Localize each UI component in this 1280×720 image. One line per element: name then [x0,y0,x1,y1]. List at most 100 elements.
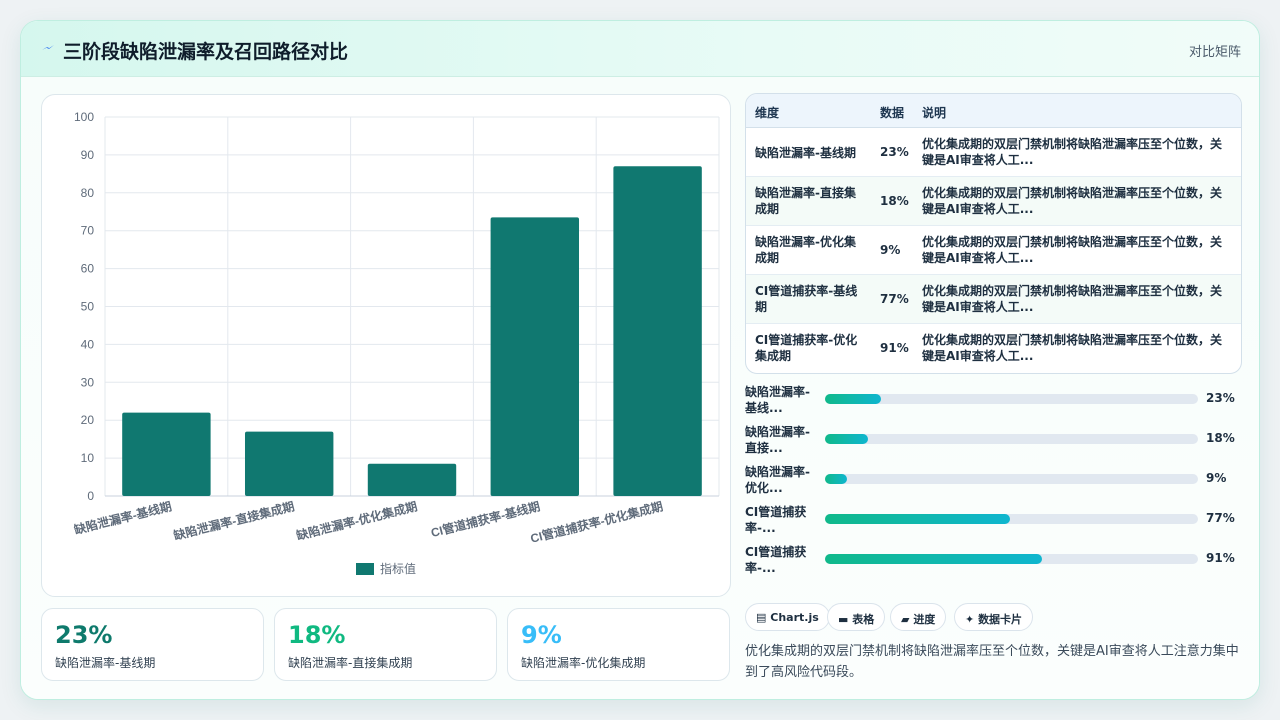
cell-description: 优化集成期的双层门禁机制将缺陷泄漏率压至个位数，关键是AI审查将人工... [922,235,1223,265]
header-bar: 三阶段缺陷泄漏率及召回路径对比 对比矩阵 [21,21,1259,77]
progress-icon: ▰ [901,613,910,626]
cell-value: 91% [880,341,909,355]
progress-label: CI管道捕获率-... [745,545,807,575]
chip-label: 进度 [913,613,936,626]
progress-fill [825,554,1043,564]
bolt-icon [42,45,54,50]
cell-description: 优化集成期的双层门禁机制将缺陷泄漏率压至个位数，关键是AI审查将人工... [922,284,1223,314]
progress-row: 缺陷泄漏率-基线... 23% [745,384,1243,420]
bar-chart-card: 0 10 20 30 40 50 60 70 80 90 100 缺陷泄漏率-基线期 缺陷泄漏率-直接集… [41,94,731,597]
progress-value: 23% [1206,391,1235,405]
progress-fill [825,434,868,444]
column-header: 维度 [755,106,780,120]
progress-fill [825,394,881,404]
progress-label: CI管道捕获率-... [745,505,807,535]
progress-label: 缺陷泄漏率-优化... [745,465,810,495]
cell-value: 9% [880,243,901,257]
y-tick-label: 90 [81,148,95,162]
cell-description: 优化集成期的双层门禁机制将缺陷泄漏率压至个位数，关键是AI审查将人工... [922,186,1223,216]
progress-value: 77% [1206,511,1235,525]
progress-row: 缺陷泄漏率-优化... 9% [745,464,1243,500]
table-icon: ▬ [838,613,849,626]
bar-chart: 0 10 20 30 40 50 60 70 80 90 100 缺陷泄漏率-基线期 缺陷泄漏率-直接集… [72,110,720,576]
column-header: 数据 [880,106,905,120]
x-tick-label: CI管道捕获率-基线期 [429,498,541,540]
view-tag[interactable]: 对比矩阵 [1189,41,1241,60]
table-row: 缺陷泄漏率-基线期 23% 优化集成期的双层门禁机制将缺陷泄漏率压至个位数，关键… [746,128,1241,177]
data-table: 维度 数据 说明 缺陷泄漏率-基线期 23% 优化集成期的双层门禁机制将缺陷泄漏… [745,93,1242,374]
cell-description: 优化集成期的双层门禁机制将缺陷泄漏率压至个位数，关键是AI审查将人工... [922,333,1223,363]
stat-card: 23% 缺陷泄漏率-基线期 [41,608,264,681]
chip-data-card[interactable]: ✦ 数据卡片 [954,603,1034,631]
cell-dimension: 缺陷泄漏率-优化集成期 [755,235,856,265]
chip-progress[interactable]: ▰ 进度 [890,603,947,631]
progress-track [825,474,1198,484]
stat-value: 9% [521,621,562,649]
progress-fill [825,514,1010,524]
progress-label: 缺陷泄漏率-基线... [745,385,810,415]
progress-label: 缺陷泄漏率-直接... [745,425,810,455]
bar [490,217,580,496]
table-row: 缺陷泄漏率-直接集成期 18% 优化集成期的双层门禁机制将缺陷泄漏率压至个位数，… [746,177,1241,226]
progress-value: 91% [1206,551,1235,565]
legend-label: 指标值 [380,561,416,576]
progress-track [825,554,1198,564]
page-title: 三阶段缺陷泄漏率及召回路径对比 [63,41,349,63]
y-tick-label: 50 [81,300,95,314]
progress-track [825,394,1198,404]
progress-track [825,514,1198,524]
chip-table[interactable]: ▬ 表格 [827,603,886,631]
bar [244,431,334,496]
progress-value: 18% [1206,431,1235,445]
bar [367,463,457,496]
summary-note: 优化集成期的双层门禁机制将缺陷泄漏率压至个位数，关键是AI审查将人工注意力集中到… [745,644,1239,680]
table-header: 维度 数据 说明 [746,94,1241,128]
table-row: CI管道捕获率-基线期 77% 优化集成期的双层门禁机制将缺陷泄漏率压至个位数，… [746,275,1241,324]
x-tick-label: CI管道捕获率-优化集成期 [529,498,665,545]
y-tick-label: 20 [81,413,95,427]
y-tick-label: 80 [81,186,95,200]
progress-row: CI管道捕获率-... 77% [745,504,1243,540]
chip-label: 数据卡片 [978,613,1023,626]
cell-description: 优化集成期的双层门禁机制将缺陷泄漏率压至个位数，关键是AI审查将人工... [922,137,1223,167]
stat-card: 18% 缺陷泄漏率-直接集成期 [274,608,497,681]
cell-value: 23% [880,145,909,159]
chip-chartjs[interactable]: ▤ Chart.js [745,603,830,631]
y-tick-label: 40 [81,337,95,351]
y-tick-label: 10 [81,451,95,465]
card-icon: ✦ [965,613,975,626]
cell-value: 77% [880,292,909,306]
cell-dimension: CI管道捕获率-基线期 [755,284,858,314]
chart-icon: ▤ [756,611,767,624]
table-row: 缺陷泄漏率-优化集成期 9% 优化集成期的双层门禁机制将缺陷泄漏率压至个位数，关… [746,226,1241,275]
column-header: 说明 [922,106,947,120]
cell-dimension: 缺陷泄漏率-直接集成期 [755,186,856,216]
y-tick-label: 0 [87,489,94,503]
chip-label: Chart.js [770,611,819,624]
cell-dimension: 缺陷泄漏率-基线期 [755,146,856,160]
y-tick-label: 100 [74,110,94,124]
bar [122,412,211,496]
stat-value: 23% [55,621,113,649]
progress-row: CI管道捕获率-... 91% [745,544,1243,580]
progress-track [825,434,1198,444]
progress-row: 缺陷泄漏率-直接... 18% [745,424,1243,460]
progress-value: 9% [1206,471,1227,485]
x-tick-label: 缺陷泄漏率-直接集成期 [172,498,296,543]
stat-card: 9% 缺陷泄漏率-优化集成期 [507,608,730,681]
x-tick-label: 缺陷泄漏率-优化集成期 [295,498,419,543]
chip-label: 表格 [852,613,875,626]
stat-label: 缺陷泄漏率-基线期 [55,656,156,670]
stat-value: 18% [288,621,346,649]
cell-value: 18% [880,194,909,208]
stat-label: 缺陷泄漏率-优化集成期 [521,656,646,670]
y-tick-label: 60 [81,262,95,276]
main-panel: 三阶段缺陷泄漏率及召回路径对比 对比矩阵 0 10 20 30 40 50 60 70 80 90… [20,20,1260,700]
legend-swatch [356,563,374,575]
y-tick-label: 30 [81,375,95,389]
stat-label: 缺陷泄漏率-直接集成期 [288,656,413,670]
progress-fill [825,474,848,484]
x-tick-label: 缺陷泄漏率-基线期 [72,498,173,537]
bar [613,166,702,496]
y-tick-label: 70 [81,224,95,238]
